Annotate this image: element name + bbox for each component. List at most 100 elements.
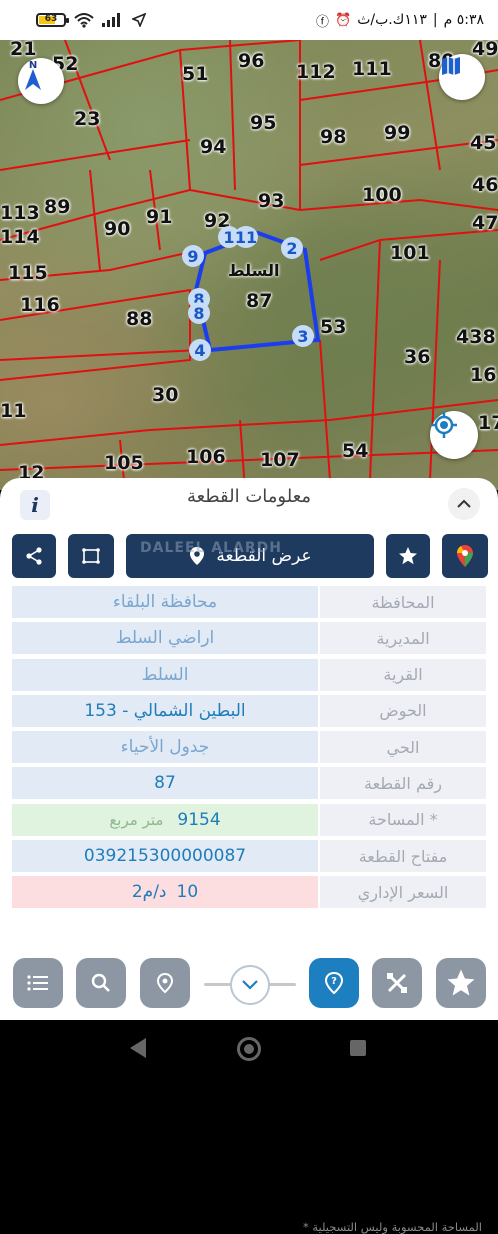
parcel-label: 99 bbox=[384, 122, 411, 144]
info-key: مفتاح القطعة bbox=[320, 840, 486, 873]
tools-icon bbox=[387, 973, 407, 993]
crosshair-icon bbox=[431, 412, 457, 438]
info-value: جدول الأحياء bbox=[12, 731, 318, 764]
info-value: اراضي السلط bbox=[12, 622, 318, 655]
compass-button[interactable]: N bbox=[18, 58, 64, 104]
chevron-up-icon bbox=[457, 499, 471, 508]
search-icon bbox=[91, 973, 110, 992]
my-location-button[interactable] bbox=[430, 411, 478, 459]
search-button[interactable] bbox=[76, 958, 126, 1008]
price-unit: د/م2 bbox=[131, 882, 167, 903]
parcel-label: 45 bbox=[470, 132, 497, 154]
home-icon[interactable] bbox=[237, 1037, 261, 1061]
share-icon bbox=[26, 547, 42, 565]
parcel-label: 94 bbox=[200, 136, 227, 158]
parcel-label: 100 bbox=[362, 184, 402, 206]
status-time: ٥:٣٨ م bbox=[443, 12, 484, 28]
info-row-basin: البطين الشمالي - 153 الحوض bbox=[12, 694, 486, 727]
back-icon[interactable] bbox=[130, 1038, 146, 1058]
status-sep: | bbox=[432, 12, 438, 28]
parcel-label: 91 bbox=[146, 206, 173, 228]
system-nav-bar bbox=[0, 1020, 498, 1080]
vertex-marker[interactable]: 2 bbox=[281, 237, 303, 259]
info-value: البطين الشمالي - 153 bbox=[12, 694, 318, 727]
parcel-label: 113 bbox=[0, 202, 40, 224]
recent-apps-icon[interactable] bbox=[350, 1040, 366, 1056]
google-maps-button[interactable] bbox=[442, 534, 488, 578]
parcel-label: 54 bbox=[342, 440, 369, 462]
battery-icon: 63 bbox=[36, 13, 69, 27]
parcel-label: 115 bbox=[8, 262, 48, 284]
info-row-governorate: محافظة البلقاء المحافظة bbox=[12, 586, 486, 618]
info-key: الحي bbox=[320, 731, 486, 764]
location-arrow-icon bbox=[132, 13, 146, 27]
bottom-toolbar: ? bbox=[0, 940, 498, 1020]
map-layers-button[interactable] bbox=[439, 54, 485, 100]
list-button[interactable] bbox=[13, 958, 63, 1008]
parcel-label: 46 bbox=[472, 174, 498, 196]
info-key: الحوض bbox=[320, 694, 486, 727]
polygon-button[interactable] bbox=[68, 534, 114, 578]
info-row-parcel-number: 87 رقم القطعة bbox=[12, 767, 486, 800]
info-row-admin-price: د/م2 10 السعر الإداري bbox=[12, 876, 486, 909]
info-key: المساحة * bbox=[320, 803, 486, 836]
parcel-label: 116 bbox=[20, 294, 60, 316]
parcel-label: 90 bbox=[104, 218, 131, 240]
signal-icon bbox=[102, 13, 120, 27]
map-view[interactable]: 21 52 51 96 112 111 80 49 23 95 98 99 45… bbox=[0, 40, 498, 490]
info-row-neighborhood: جدول الأحياء الحي bbox=[12, 731, 486, 764]
watermark: DALEEL ALARDH bbox=[140, 540, 283, 556]
vertex-marker[interactable]: 8 bbox=[188, 302, 210, 324]
parcel-label: 101 bbox=[390, 242, 430, 264]
collapse-button[interactable] bbox=[448, 488, 480, 520]
vertex-marker[interactable]: 11 bbox=[234, 226, 258, 248]
info-row-parcel-key: 039215300000087 مفتاح القطعة bbox=[12, 840, 486, 873]
info-key: السعر الإداري bbox=[320, 876, 486, 909]
info-value: متر مربع 9154 bbox=[12, 803, 318, 836]
parcel-label: 51 bbox=[182, 63, 209, 85]
pin-help-button[interactable]: ? bbox=[309, 958, 359, 1008]
favorite-button[interactable] bbox=[386, 534, 430, 578]
favorites-button[interactable] bbox=[436, 958, 486, 1008]
parcel-label: 98 bbox=[320, 126, 347, 148]
parcel-label: 88 bbox=[126, 308, 153, 330]
share-button[interactable] bbox=[12, 534, 56, 578]
parcel-label: 96 bbox=[238, 50, 265, 72]
info-key: المديرية bbox=[320, 622, 486, 655]
expand-toggle[interactable] bbox=[230, 965, 270, 1005]
vertex-marker[interactable]: 3 bbox=[292, 325, 314, 347]
google-maps-icon bbox=[457, 545, 473, 567]
parcel-label: 30 bbox=[152, 384, 179, 406]
area-unit: متر مربع bbox=[109, 810, 164, 829]
parcel-label: 21 bbox=[10, 40, 37, 60]
wifi-icon bbox=[74, 13, 94, 28]
tools-button[interactable] bbox=[372, 958, 422, 1008]
status-bar: 63 ⓕ ⏰ ١١٣ك.ب/ث | ٥:٣٨ م bbox=[0, 0, 498, 40]
parcel-label: 23 bbox=[74, 108, 101, 130]
location-button[interactable] bbox=[140, 958, 190, 1008]
parcel-label: 112 bbox=[296, 61, 336, 83]
info-value: د/م2 10 bbox=[12, 876, 318, 909]
parcel-label: 53 bbox=[320, 316, 347, 338]
parcel-label: 111 bbox=[352, 58, 392, 80]
vertex-marker[interactable]: 4 bbox=[189, 339, 211, 361]
vertex-marker[interactable]: 9 bbox=[182, 245, 204, 267]
parcel-label: 89 bbox=[44, 196, 71, 218]
parcel-info-sheet: i معلومات القطعة عرض القطعة DALEEL ALARD… bbox=[0, 478, 498, 1234]
facebook-icon: ⓕ bbox=[316, 14, 330, 30]
parcel-label: 47 bbox=[472, 212, 498, 234]
chevron-down-icon bbox=[242, 980, 258, 990]
list-icon bbox=[27, 975, 48, 991]
parcel-label: 93 bbox=[258, 190, 285, 212]
parcel-label: 49 bbox=[472, 40, 498, 60]
parcel-label: 87 bbox=[246, 290, 273, 312]
map-icon bbox=[442, 57, 460, 75]
parcel-label: 36 bbox=[404, 346, 431, 368]
parcel-label: 11 bbox=[0, 400, 27, 422]
star-icon bbox=[447, 969, 475, 996]
svg-text:?: ? bbox=[331, 976, 337, 987]
parcel-label: 107 bbox=[260, 449, 300, 471]
parcel-label: 105 bbox=[104, 452, 144, 474]
star-icon bbox=[399, 547, 417, 565]
selected-area-name: السلط bbox=[228, 261, 280, 280]
